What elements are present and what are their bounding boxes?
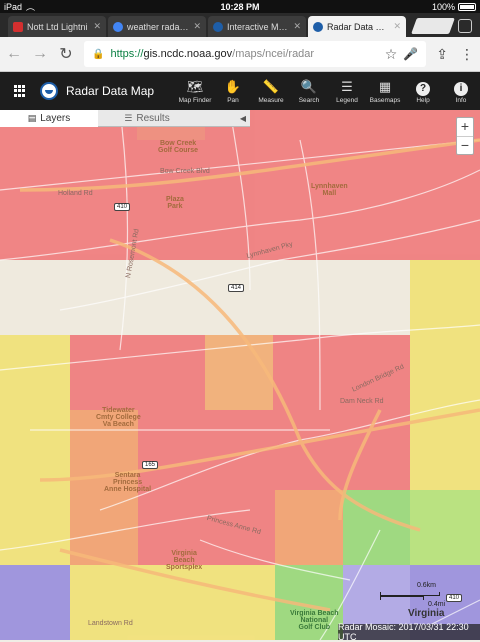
basemaps-button[interactable]: ▦ Basemaps — [366, 79, 404, 104]
legend-icon: ☰ — [341, 78, 353, 94]
url-host: gis.ncdc.noaa.gov — [143, 48, 233, 60]
region-label: Virginia — [408, 608, 445, 619]
tab-title: Interactive Map T — [227, 21, 290, 32]
zoom-out-button[interactable]: − — [457, 136, 473, 154]
zoom-control: + − — [456, 117, 474, 155]
tool-label: Help — [416, 96, 430, 104]
url-path: /maps/ncei/radar — [232, 48, 315, 60]
youtube-favicon-icon — [13, 21, 23, 32]
browser-tab[interactable]: Nott Ltd Lightni ✕ — [8, 16, 106, 37]
search-button[interactable]: 🔍 Search — [290, 79, 328, 104]
tool-buttons: 🗺 Map Finder ✋ Pan 📏 Measure 🔍 Search ☰ … — [176, 79, 480, 104]
tab-switcher-icon[interactable] — [458, 19, 472, 33]
help-icon: ? — [416, 81, 430, 96]
google-favicon-icon — [113, 21, 123, 32]
tool-label: Search — [298, 96, 320, 104]
help-button[interactable]: ? Help — [404, 79, 442, 104]
poi-label: Plaza Park — [166, 196, 184, 210]
app-grid-icon[interactable] — [14, 85, 26, 97]
route-shield: 414 — [228, 284, 245, 292]
tool-label: Measure — [258, 96, 284, 104]
tool-label: Legend — [336, 96, 358, 104]
menu-dots-icon[interactable]: ⋮ — [460, 46, 474, 63]
measure-button[interactable]: 📏 Measure — [252, 79, 290, 104]
back-arrow-icon[interactable]: ← — [6, 45, 22, 63]
layers-icon: ▤ — [27, 113, 37, 123]
poi-label: Virginia Beach Sportsplex — [166, 550, 203, 571]
tool-label: Info — [455, 96, 467, 104]
browser-toolbar: ← → ↻ 🔒 https://gis.ncdc.noaa.gov/maps/n… — [0, 37, 480, 72]
poi-label: Sentara Princess Anne Hospital — [104, 472, 152, 493]
url-scheme: https:// — [110, 48, 144, 60]
legend-button[interactable]: ☰ Legend — [328, 79, 366, 104]
share-icon[interactable]: ⇪ — [436, 46, 448, 63]
tab-layers[interactable]: ▤ Layers — [0, 110, 98, 127]
address-bar[interactable]: 🔒 https://gis.ncdc.noaa.gov/maps/ncei/ra… — [84, 41, 427, 67]
app-title: Radar Data Map — [66, 84, 155, 98]
browser-tab-active[interactable]: Radar Data Map | ✕ — [308, 16, 406, 37]
route-shield: 410 — [114, 203, 131, 211]
tab-title: Radar Data Map | — [327, 21, 389, 32]
side-panel-tabs: ▤ Layers ☰ Results ◀ — [0, 110, 250, 127]
bookmark-star-icon[interactable]: ☆ — [385, 46, 398, 63]
poi-label: Lynnhaven Mall — [311, 183, 348, 197]
poi-label: Bow Creek Golf Course — [158, 140, 199, 154]
street-label: Dam Neck Rd — [340, 398, 384, 405]
noaa-favicon-icon — [213, 21, 223, 32]
microphone-icon[interactable]: 🎤 — [403, 47, 418, 61]
tool-label: Map Finder — [178, 96, 212, 104]
route-shield: 410 — [446, 594, 463, 602]
route-shield: 165 — [142, 461, 159, 469]
tab-label: Layers — [40, 113, 71, 124]
tab-label: Results — [136, 113, 170, 124]
radar-timestamp: Radar Mosaic: 2017/03/31 22:30 UTC — [338, 622, 480, 642]
scale-bar: 0.6km 0.4mi — [380, 582, 445, 608]
poi-label: Tidewater Cmty College Va Beach — [96, 407, 141, 428]
scale-label-km: 0.6km — [416, 582, 436, 589]
tool-label: Pan — [227, 96, 239, 104]
ios-status-bar: iPad ︵ 10:28 PM 100% — [0, 0, 480, 13]
lock-icon: 🔒 — [92, 48, 105, 60]
map-canvas[interactable]: Bow Creek Golf Course Bow Creek Blvd Lyn… — [0, 110, 480, 640]
street-label: Bow Creek Blvd — [160, 168, 210, 175]
new-tab-button[interactable] — [411, 18, 455, 34]
street-label: Landstown Rd — [88, 620, 133, 627]
tool-label: Basemaps — [369, 96, 401, 104]
basemaps-icon: ▦ — [378, 78, 392, 94]
pan-button[interactable]: ✋ Pan — [214, 79, 252, 104]
tab-title: weather radar arc — [127, 21, 189, 32]
info-button[interactable]: i Info — [442, 79, 480, 104]
app-toolbar: Radar Data Map 🗺 Map Finder ✋ Pan 📏 Meas… — [0, 72, 480, 110]
scale-label-mi: 0.4mi — [428, 601, 446, 608]
map-finder-button[interactable]: 🗺 Map Finder — [176, 79, 214, 104]
browser-tab[interactable]: Interactive Map T ✕ — [208, 16, 306, 37]
close-icon[interactable]: ✕ — [393, 21, 401, 32]
clock: 10:28 PM — [220, 1, 260, 12]
ruler-icon: 📏 — [262, 78, 280, 94]
reload-icon[interactable]: ↻ — [58, 44, 74, 64]
search-icon: 🔍 — [300, 78, 318, 94]
noaa-logo-icon — [40, 82, 58, 100]
info-icon: i — [454, 81, 468, 96]
close-icon[interactable]: ✕ — [93, 21, 101, 32]
list-icon: ☰ — [124, 113, 133, 123]
browser-tab[interactable]: weather radar arc ✕ — [108, 16, 206, 37]
poi-label: Virginia Beach National Golf Club — [290, 610, 339, 631]
map-finder-icon: 🗺 — [186, 78, 204, 94]
noaa-favicon-icon — [313, 21, 323, 32]
tab-results[interactable]: ☰ Results — [98, 110, 196, 127]
battery-icon — [458, 2, 476, 11]
zoom-in-button[interactable]: + — [457, 118, 473, 136]
close-icon[interactable]: ✕ — [293, 21, 301, 32]
close-icon[interactable]: ✕ — [193, 21, 201, 32]
collapse-panel-icon[interactable]: ◀ — [240, 114, 246, 123]
tab-title: Nott Ltd Lightni — [27, 21, 88, 32]
hand-icon: ✋ — [224, 78, 242, 94]
street-label: Holland Rd — [58, 190, 93, 197]
forward-arrow-icon[interactable]: → — [32, 45, 48, 63]
browser-tab-bar: Nott Ltd Lightni ✕ weather radar arc ✕ I… — [0, 13, 480, 37]
